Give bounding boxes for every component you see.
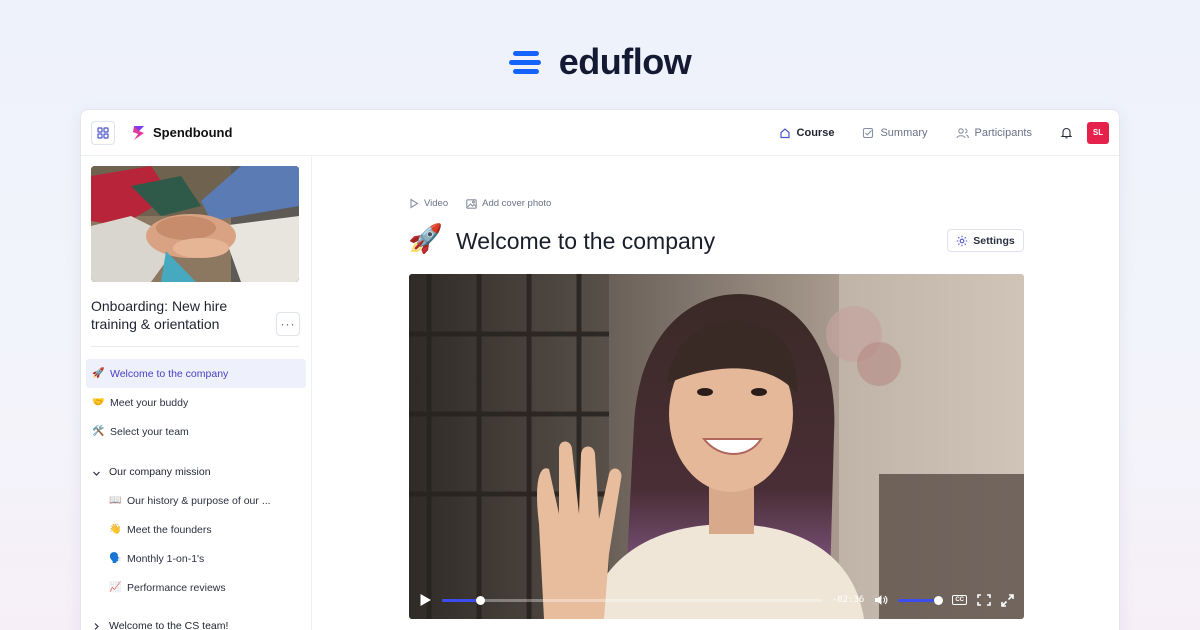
- cover-label: Add cover photo: [482, 198, 552, 209]
- sidebar-divider: [91, 346, 299, 347]
- chevron-right-icon: [94, 622, 99, 630]
- org-name: Spendbound: [153, 125, 233, 140]
- home-icon: [779, 127, 790, 138]
- add-cover-photo-button[interactable]: Add cover photo: [466, 198, 551, 209]
- lesson-label: Meet your buddy: [110, 396, 189, 409]
- play-icon[interactable]: [419, 593, 432, 607]
- video-controls: -02:36 CC: [409, 581, 1024, 619]
- tools-icon: 🛠️: [92, 426, 105, 437]
- nav-participants[interactable]: Participants: [955, 126, 1032, 139]
- brand-name: eduflow: [558, 41, 692, 82]
- spendbound-logo-icon: [133, 125, 144, 140]
- handshake-icon: 🤝: [92, 397, 105, 408]
- progress-bar[interactable]: [442, 595, 822, 605]
- course-cover-image: [91, 166, 299, 282]
- lesson-title: Welcome to the company: [456, 228, 716, 254]
- chart-icon: 📈: [109, 582, 122, 593]
- volume-handle[interactable]: [933, 595, 943, 605]
- book-icon: 📖: [109, 495, 122, 506]
- user-avatar[interactable]: SL: [1087, 121, 1109, 144]
- nav-course-label: Course: [796, 126, 835, 139]
- apps-grid-button[interactable]: [91, 120, 115, 145]
- nav-course[interactable]: Course: [779, 126, 835, 139]
- lesson-item[interactable]: 📈 Performance reviews: [86, 573, 306, 602]
- rocket-icon: 🚀: [92, 368, 105, 379]
- speaking-head-icon: 🗣️: [109, 553, 122, 564]
- nav-summary[interactable]: Summary: [862, 126, 928, 139]
- users-icon: [955, 127, 969, 138]
- section-header[interactable]: Our company mission: [86, 446, 306, 486]
- eduflow-logo-icon: [508, 47, 545, 77]
- main-nav: Course Summary Participants: [779, 127, 1032, 139]
- lesson-label: Monthly 1-on-1's: [127, 552, 205, 565]
- volume-slider[interactable]: [898, 595, 943, 605]
- app-window: Spendbound Course Summary Participants S…: [80, 109, 1120, 630]
- settings-label: Settings: [973, 234, 1015, 247]
- progress-handle[interactable]: [475, 595, 485, 605]
- bell-icon: [1060, 127, 1073, 139]
- course-more-button[interactable]: ···: [276, 312, 300, 336]
- wave-icon: 👋: [109, 524, 122, 535]
- section-label: Our company mission: [109, 466, 211, 478]
- org-switcher[interactable]: Spendbound: [131, 124, 232, 142]
- video-label: Video: [424, 198, 449, 209]
- volume-fill: [898, 598, 938, 602]
- video-frame: [409, 274, 1024, 619]
- lesson-content: Video Add cover photo 🚀 Welcome to the c…: [313, 156, 1119, 630]
- notifications-button[interactable]: [1060, 126, 1073, 139]
- gear-icon: [957, 235, 968, 246]
- lesson-label: Our history & purpose of our ...: [127, 494, 271, 507]
- lesson-list: 🚀 Welcome to the company 🤝 Meet your bud…: [86, 359, 306, 630]
- course-sidebar: Onboarding: New hire training & orientat…: [81, 156, 312, 630]
- lesson-item[interactable]: 🤝 Meet your buddy: [86, 388, 306, 417]
- nav-participants-label: Participants: [974, 126, 1032, 139]
- volume-icon[interactable]: [874, 594, 888, 606]
- lesson-item[interactable]: 🗣️ Monthly 1-on-1's: [86, 544, 306, 573]
- lesson-label: Meet the founders: [127, 523, 212, 536]
- lesson-rocket-icon: 🚀: [408, 223, 443, 254]
- checkbox-icon: [863, 127, 874, 138]
- eduflow-brand: eduflow: [0, 40, 1200, 84]
- image-icon: [466, 198, 477, 209]
- lesson-item[interactable]: 🛠️ Select your team: [86, 417, 306, 446]
- lesson-label: Welcome to the company: [110, 367, 229, 380]
- lesson-item[interactable]: 📖 Our history & purpose of our ...: [86, 486, 306, 515]
- lesson-item[interactable]: 👋 Meet the founders: [86, 515, 306, 544]
- picture-in-picture-icon[interactable]: [977, 594, 991, 606]
- lesson-label: Select your team: [110, 425, 189, 438]
- nav-summary-label: Summary: [880, 126, 928, 139]
- progress-fill: [442, 598, 480, 602]
- time-remaining: -02:36: [831, 595, 865, 605]
- fullscreen-icon[interactable]: [1001, 593, 1014, 607]
- settings-button[interactable]: Settings: [947, 229, 1024, 252]
- play-outline-icon: [410, 198, 419, 209]
- grid-icon: [97, 126, 109, 139]
- video-type-button[interactable]: Video: [409, 198, 448, 209]
- lesson-label: Performance reviews: [127, 581, 226, 594]
- lesson-meta-row: Video Add cover photo: [409, 198, 551, 209]
- section-header[interactable]: Welcome to the CS team!: [86, 612, 306, 630]
- video-player[interactable]: -02:36 CC: [409, 274, 1024, 619]
- course-title: Onboarding: New hire training & orientat…: [91, 298, 228, 332]
- lesson-item[interactable]: 🚀 Welcome to the company: [86, 359, 306, 388]
- section-label: Welcome to the CS team!: [109, 620, 229, 630]
- top-bar: Spendbound Course Summary Participants S…: [81, 110, 1119, 156]
- chevron-down-icon: [93, 471, 100, 476]
- captions-button[interactable]: CC: [952, 595, 967, 605]
